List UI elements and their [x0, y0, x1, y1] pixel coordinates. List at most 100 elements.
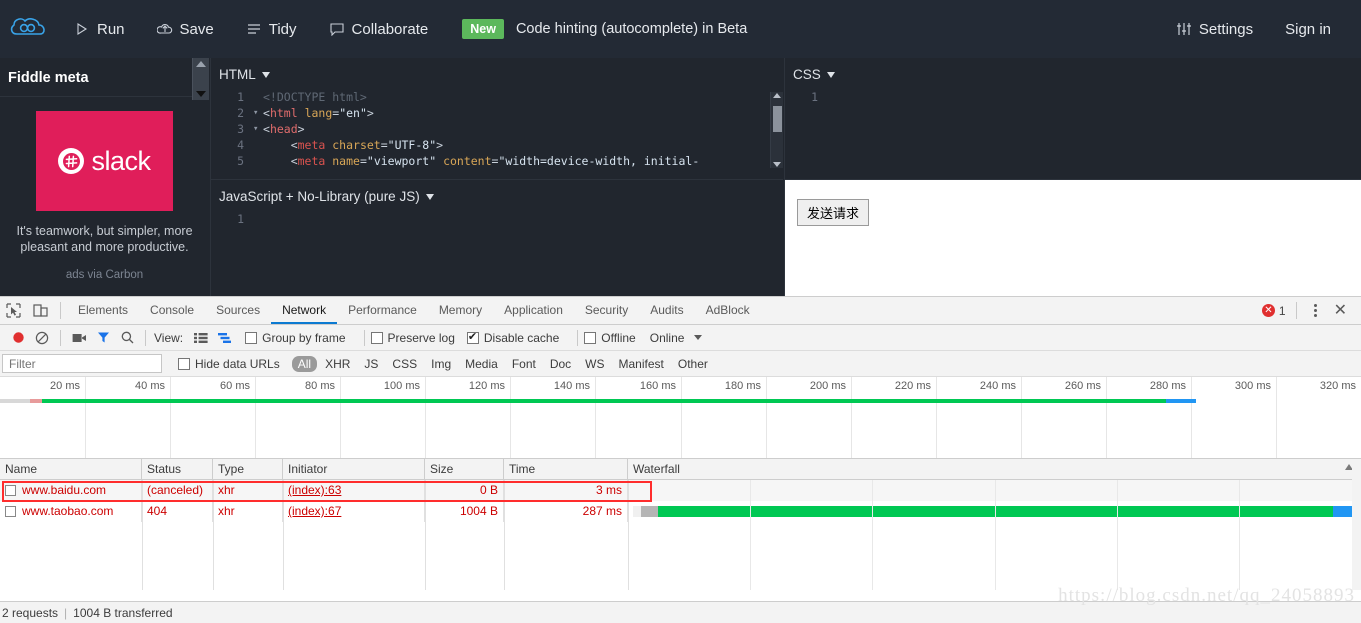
tab-elements[interactable]: Elements — [67, 297, 139, 324]
waterfall-grid-line — [995, 480, 996, 590]
send-request-button[interactable]: 发送请求 — [797, 199, 870, 226]
filter-type-manifest[interactable]: Manifest — [613, 356, 670, 372]
inspect-element-icon[interactable] — [0, 297, 27, 324]
network-timeline-overview[interactable]: 20 ms 40 ms 60 ms 80 ms 100 ms 120 ms 140 ms 16… — [0, 377, 1361, 459]
waterfall-grid-line — [750, 480, 751, 590]
tab-adblock[interactable]: AdBlock — [695, 297, 761, 324]
tab-audits[interactable]: Audits — [639, 297, 694, 324]
waterfall-view-icon[interactable] — [213, 326, 237, 350]
chevron-down-icon[interactable] — [826, 71, 835, 78]
throttling-select[interactable]: Online — [650, 331, 685, 345]
error-count-badge[interactable]: ✕ 1 — [1261, 304, 1286, 318]
code-token: = — [359, 154, 367, 168]
ad-text: It's teamwork, but simpler, more pleasan… — [16, 224, 193, 254]
filter-type-xhr[interactable]: XHR — [319, 356, 356, 372]
devtools-tabs: Elements Console Sources Network Performance… — [67, 297, 761, 324]
filter-type-css[interactable]: CSS — [386, 356, 423, 372]
carbon-ad[interactable]: slack It's teamwork, but simpler, more p… — [0, 97, 209, 281]
code-token: = — [380, 138, 388, 152]
sidebar-scrollbar[interactable] — [192, 58, 209, 100]
disable-cache-checkbox[interactable]: Disable cache — [466, 330, 559, 345]
tab-sources[interactable]: Sources — [205, 297, 271, 324]
tab-network[interactable]: Network — [271, 297, 337, 324]
column-header-initiator[interactable]: Initiator — [283, 459, 425, 479]
filter-type-js[interactable]: JS — [358, 356, 384, 372]
filter-input[interactable] — [2, 354, 162, 373]
ruler-tick — [1106, 377, 1107, 458]
toolbar-divider — [1295, 302, 1297, 319]
filter-type-doc[interactable]: Doc — [544, 356, 577, 372]
hide-data-urls-checkbox[interactable]: Hide data URLs — [178, 357, 280, 371]
close-icon[interactable]: ✕ — [1328, 302, 1353, 319]
signin-button[interactable]: Sign in — [1269, 0, 1347, 58]
filter-type-other[interactable]: Other — [672, 356, 714, 372]
line-number: 3 — [237, 122, 244, 136]
checkbox-box — [245, 331, 258, 344]
offline-checkbox[interactable]: Offline — [584, 331, 636, 345]
tab-console[interactable]: Console — [139, 297, 205, 324]
column-header-name[interactable]: Name — [0, 459, 142, 479]
chevron-down-icon[interactable] — [694, 335, 703, 340]
html-code-editor[interactable]: 1 <!DOCTYPE html> 2 ▾ < html lang = "en" >3 ▾ < hea… — [211, 89, 783, 169]
html-editor-scrollbar[interactable] — [770, 92, 783, 168]
filter-text-field[interactable] — [7, 355, 157, 373]
filter-type-img[interactable]: Img — [425, 356, 457, 372]
camera-icon[interactable] — [67, 326, 91, 350]
chevron-down-icon[interactable] — [261, 71, 270, 78]
clear-icon[interactable] — [30, 326, 54, 350]
tab-performance[interactable]: Performance — [337, 297, 428, 324]
transferred-label: 1004 B transferred — [73, 605, 173, 620]
ruler-tick — [766, 377, 767, 458]
javascript-pane-header[interactable]: JavaScript + No-Library (pure JS) — [211, 180, 783, 204]
tab-memory[interactable]: Memory — [428, 297, 493, 324]
column-header-status[interactable]: Status — [142, 459, 213, 479]
css-code-editor[interactable]: 1 — [785, 89, 1361, 105]
scroll-down-icon[interactable] — [196, 91, 206, 97]
column-header-time[interactable]: Time — [504, 459, 628, 479]
filter-type-all[interactable]: All — [291, 355, 318, 372]
scroll-up-icon[interactable] — [773, 93, 781, 98]
column-header-type[interactable]: Type — [213, 459, 283, 479]
list-view-icon[interactable] — [189, 326, 213, 350]
record-icon[interactable] — [6, 326, 30, 350]
fold-arrow-icon[interactable]: ▾ — [253, 108, 263, 118]
run-button[interactable]: Run — [58, 0, 141, 58]
preserve-log-checkbox[interactable]: Preserve log — [370, 331, 455, 345]
filter-type-ws[interactable]: WS — [579, 356, 610, 372]
ad-image[interactable]: slack — [36, 111, 173, 211]
scroll-up-icon[interactable] — [196, 61, 206, 67]
play-icon — [74, 21, 90, 37]
javascript-code-editor[interactable]: 1 — [211, 211, 783, 227]
html-pane-header[interactable]: HTML — [211, 58, 783, 82]
jsfiddle-logo-icon[interactable] — [0, 0, 58, 58]
table-vertical-scrollbar[interactable] — [1352, 459, 1361, 590]
column-header-waterfall[interactable]: Waterfall — [628, 459, 1361, 479]
filter-icon[interactable] — [91, 326, 115, 350]
code-token: "UTF-8" — [387, 138, 437, 152]
device-toolbar-icon[interactable] — [27, 297, 54, 324]
css-pane-header[interactable]: CSS — [785, 58, 1361, 82]
settings-button[interactable]: Settings — [1160, 0, 1269, 58]
filter-type-media[interactable]: Media — [459, 356, 504, 372]
code-token: lang — [297, 106, 333, 120]
tidy-button[interactable]: Tidy — [230, 0, 313, 58]
tab-security[interactable]: Security — [574, 297, 639, 324]
more-options-icon[interactable] — [1307, 304, 1324, 317]
collaborate-button[interactable]: Collaborate — [313, 0, 445, 58]
chevron-down-icon[interactable] — [425, 193, 434, 200]
save-button[interactable]: Save — [141, 0, 230, 58]
code-token: = — [491, 154, 499, 168]
column-header-size[interactable]: Size — [425, 459, 504, 479]
html-pane-label: HTML — [219, 67, 256, 82]
ruler-tick-label: 180 ms — [724, 380, 761, 392]
search-icon[interactable] — [115, 326, 139, 350]
table-header-row: Name Status Type Initiator Size Time Waterfall — [0, 459, 1361, 480]
scrollbar-thumb[interactable] — [773, 106, 782, 132]
filter-type-font[interactable]: Font — [506, 356, 542, 372]
tab-application[interactable]: Application — [493, 297, 574, 324]
chat-icon — [329, 21, 345, 37]
fold-arrow-icon[interactable]: ▾ — [253, 124, 263, 134]
request-count-label: 2 requests — [2, 605, 59, 620]
group-by-frame-checkbox[interactable]: Group by frame — [245, 331, 346, 345]
scroll-down-icon[interactable] — [773, 162, 781, 167]
